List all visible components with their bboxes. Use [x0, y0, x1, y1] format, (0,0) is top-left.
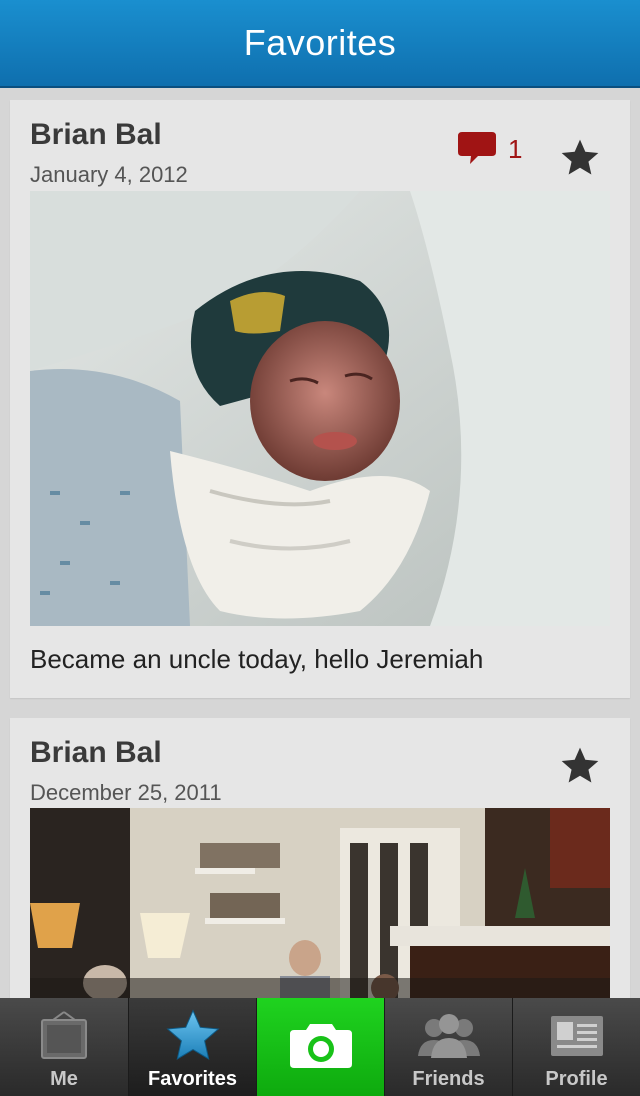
post-date: January 4, 2012 — [30, 162, 188, 187]
newborn-photo-image — [30, 191, 610, 626]
comment-bubble-icon — [458, 132, 496, 164]
tab-camera[interactable] — [256, 998, 384, 1096]
post-photo[interactable] — [30, 191, 610, 626]
tab-favorites[interactable]: Favorites — [128, 998, 256, 1096]
comment-button[interactable]: 1 — [456, 130, 522, 168]
tab-label: Favorites — [148, 1068, 237, 1090]
tab-me[interactable]: Me — [0, 998, 128, 1096]
favorite-star-icon[interactable] — [558, 136, 602, 180]
profile-card-icon — [549, 1010, 605, 1062]
post-author[interactable]: Brian Bal — [30, 118, 162, 152]
post-card[interactable]: Brian Bal December 25, 2011 — [10, 718, 630, 998]
tab-friends[interactable]: Friends — [384, 998, 512, 1096]
friends-icon — [416, 1010, 482, 1062]
post-caption: Became an uncle today, hello Jeremiah — [30, 644, 484, 674]
tab-label: Me — [50, 1068, 78, 1090]
page-title: Favorites — [243, 22, 397, 63]
post-card[interactable]: Brian Bal January 4, 2012 1 Became an un… — [10, 100, 630, 698]
camera-icon — [288, 1020, 354, 1075]
bottom-tab-bar: Me Favorites Friends Profile — [0, 998, 640, 1096]
living-room-photo-image — [30, 808, 610, 998]
post-date: December 25, 2011 — [30, 780, 222, 805]
comment-count: 1 — [508, 133, 523, 164]
tab-label: Friends — [412, 1068, 485, 1090]
star-icon — [163, 1009, 223, 1062]
post-photo[interactable] — [30, 808, 610, 998]
favorites-feed[interactable]: Brian Bal January 4, 2012 1 Became an un… — [0, 88, 640, 998]
me-icon — [39, 1010, 89, 1062]
post-author[interactable]: Brian Bal — [30, 736, 162, 770]
tab-profile[interactable]: Profile — [512, 998, 640, 1096]
header-bar: Favorites — [0, 0, 640, 88]
tab-label: Profile — [545, 1068, 608, 1090]
favorite-star-icon[interactable] — [558, 744, 602, 788]
